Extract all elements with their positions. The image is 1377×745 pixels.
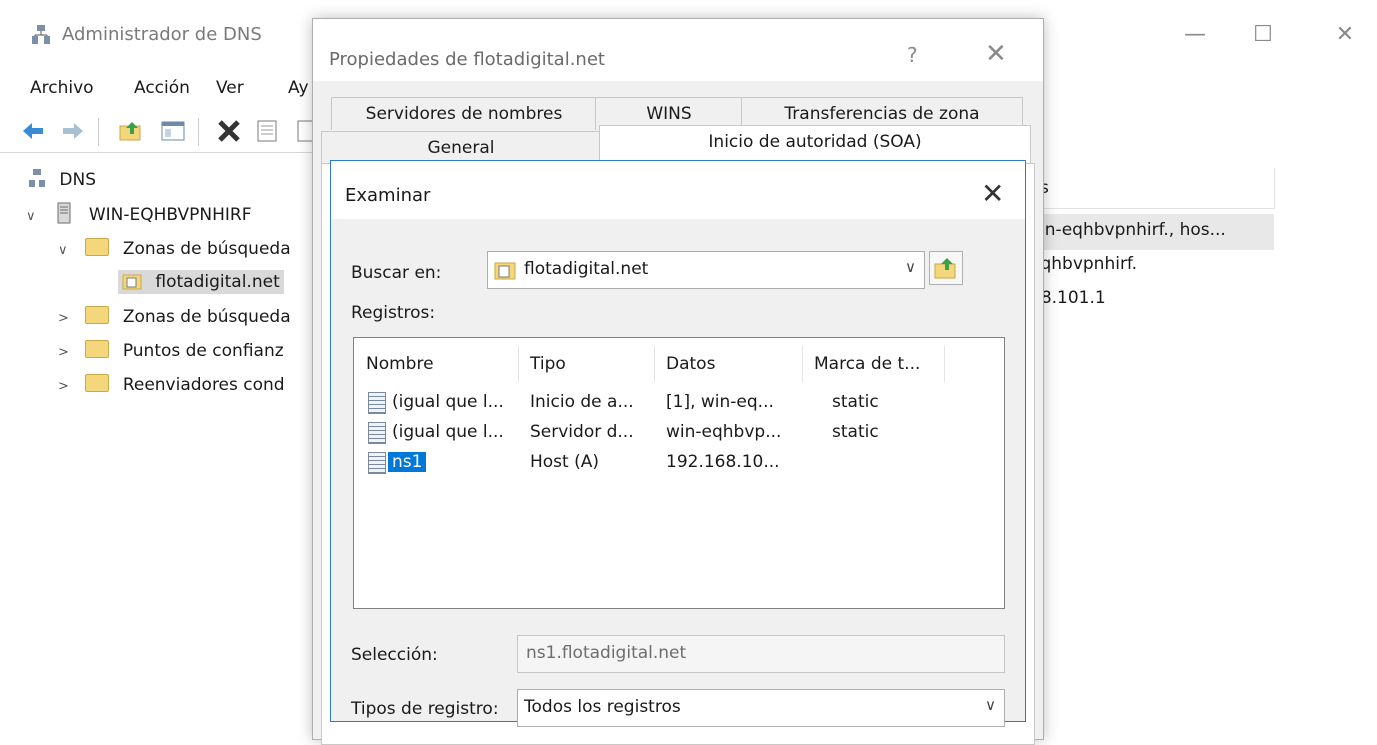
- menu-accion[interactable]: Acción: [134, 78, 190, 98]
- cell-marca: static: [832, 392, 879, 412]
- properties-titlebar: Propiedades de flotadigital.net: [313, 19, 1043, 81]
- tree-item-zonas-directa[interactable]: ∨ Zonas de búsqueda: [58, 236, 291, 259]
- tree-item-label: Zonas de búsqueda: [122, 239, 291, 259]
- tree-item-dns[interactable]: DNS: [28, 168, 96, 190]
- forward-arrow-icon[interactable]: [60, 118, 86, 144]
- tipos-registro-value: Todos los registros: [524, 697, 681, 717]
- column-header-nombre[interactable]: Nombre: [366, 354, 434, 374]
- record-icon: [368, 452, 386, 474]
- cell-marca: static: [832, 422, 879, 442]
- show-tree-icon[interactable]: [160, 118, 186, 144]
- tab-servidores-nombres[interactable]: Servidores de nombres: [331, 97, 597, 130]
- up-folder-icon: [934, 258, 956, 279]
- cell-nombre: (igual que l...: [392, 392, 504, 412]
- cell-tipo: Inicio de a...: [530, 392, 634, 412]
- tree-item-server[interactable]: ∨ WIN-EQHBVPNHIRF: [26, 202, 252, 225]
- cell-nombre: (igual que l...: [392, 422, 504, 442]
- column-header-datos[interactable]: Datos: [666, 354, 715, 374]
- tree-item-label: Zonas de búsqueda: [122, 307, 291, 327]
- right-pane-cell: vin-eqhbvpnhirf., hos...: [1030, 220, 1226, 240]
- examinar-dialog: Examinar ✕ Buscar en: flotadigital.net ∨…: [330, 160, 1026, 727]
- chevron-right-icon[interactable]: >: [58, 311, 72, 326]
- tree-item-puntos-confianza[interactable]: > Puntos de confianz: [58, 338, 284, 361]
- zone-icon: [122, 274, 142, 290]
- buscar-en-combo[interactable]: flotadigital.net ∨: [487, 251, 925, 289]
- dns-server-icon: [29, 169, 45, 187]
- cell-nombre: ns1: [388, 452, 427, 472]
- folder-icon: [85, 340, 110, 358]
- tree-item-label: WIN-EQHBVPNHIRF: [88, 205, 252, 225]
- server-icon: [57, 202, 71, 224]
- column-separator: [802, 346, 803, 382]
- tree-item-zonas-inversa[interactable]: > Zonas de búsqueda: [58, 304, 291, 327]
- chevron-down-icon[interactable]: ∨: [58, 243, 72, 258]
- main-window-title: Administrador de DNS: [62, 24, 262, 45]
- column-separator: [654, 346, 655, 382]
- back-arrow-icon[interactable]: [20, 118, 46, 144]
- column-header-marca[interactable]: Marca de t...: [814, 354, 920, 374]
- tree-item-label: flotadigital.net: [155, 272, 280, 292]
- tree-item-label: Reenviadores cond: [122, 375, 285, 395]
- buscar-en-value: flotadigital.net: [524, 259, 649, 279]
- registros-label: Registros:: [351, 303, 436, 323]
- record-icon: [368, 422, 386, 444]
- seleccion-label: Selección:: [351, 645, 438, 665]
- seleccion-field: ns1.flotadigital.net: [517, 635, 1005, 673]
- folder-icon: [85, 238, 110, 256]
- toolbar-separator: [198, 118, 199, 146]
- chevron-down-icon[interactable]: ∨: [985, 696, 996, 714]
- dns-app-icon: [32, 25, 50, 44]
- record-icon: [368, 392, 386, 414]
- right-pane-header: s: [1030, 168, 1275, 209]
- close-button[interactable]: ✕: [1325, 22, 1365, 52]
- cell-tipo: Host (A): [530, 452, 600, 472]
- menu-ver[interactable]: Ver: [216, 78, 244, 98]
- cell-tipo: Servidor d...: [530, 422, 634, 442]
- properties-icon[interactable]: [254, 118, 280, 144]
- chevron-down-icon[interactable]: ∨: [26, 209, 40, 224]
- column-header-tipo[interactable]: Tipo: [530, 354, 566, 374]
- examinar-title: Examinar: [345, 185, 431, 206]
- tipos-registro-label: Tipos de registro:: [351, 699, 499, 719]
- menu-archivo[interactable]: Archivo: [30, 78, 94, 98]
- chevron-down-icon[interactable]: ∨: [905, 258, 916, 276]
- tree-item-reenviadores[interactable]: > Reenviadores cond: [58, 372, 285, 395]
- cell-datos: win-eqhbvp...: [666, 422, 782, 442]
- close-button[interactable]: ✕: [981, 177, 1004, 210]
- up-folder-icon[interactable]: [118, 118, 144, 144]
- column-separator: [944, 346, 945, 382]
- up-folder-button[interactable]: [929, 251, 963, 285]
- properties-title: Propiedades de flotadigital.net: [329, 49, 605, 70]
- registros-list[interactable]: Nombre Tipo Datos Marca de t... (igual q…: [353, 337, 1005, 609]
- tree-item-label: DNS: [59, 170, 97, 190]
- help-button[interactable]: ?: [907, 43, 918, 67]
- chevron-right-icon[interactable]: >: [58, 379, 72, 394]
- minimize-button[interactable]: —: [1175, 22, 1215, 52]
- toolbar: [0, 112, 320, 153]
- zone-icon: [494, 262, 516, 280]
- examinar-titlebar: Examinar: [331, 161, 1025, 219]
- maximize-button[interactable]: ☐: [1243, 22, 1283, 52]
- menu-ayuda[interactable]: Ay: [288, 78, 309, 98]
- cell-datos: 192.168.10...: [666, 452, 780, 472]
- chevron-right-icon[interactable]: >: [58, 345, 72, 360]
- buscar-en-label: Buscar en:: [351, 263, 442, 283]
- cell-datos: [1], win-eq...: [666, 392, 774, 412]
- tipos-registro-select[interactable]: Todos los registros ∨: [517, 689, 1005, 727]
- close-button[interactable]: ✕: [985, 39, 1007, 69]
- right-pane-cell: eqhbvpnhirf.: [1030, 254, 1138, 274]
- tab-inicio-autoridad[interactable]: Inicio de autoridad (SOA): [599, 125, 1031, 164]
- toolbar-separator: [98, 118, 99, 146]
- seleccion-value: ns1.flotadigital.net: [526, 643, 687, 663]
- tree-item-flotadigital[interactable]: flotadigital.net: [118, 270, 284, 294]
- delete-x-icon[interactable]: [216, 118, 242, 144]
- column-separator: [518, 346, 519, 382]
- folder-icon: [85, 374, 110, 392]
- folder-icon: [85, 306, 110, 324]
- tree-item-label: Puntos de confianz: [122, 341, 284, 361]
